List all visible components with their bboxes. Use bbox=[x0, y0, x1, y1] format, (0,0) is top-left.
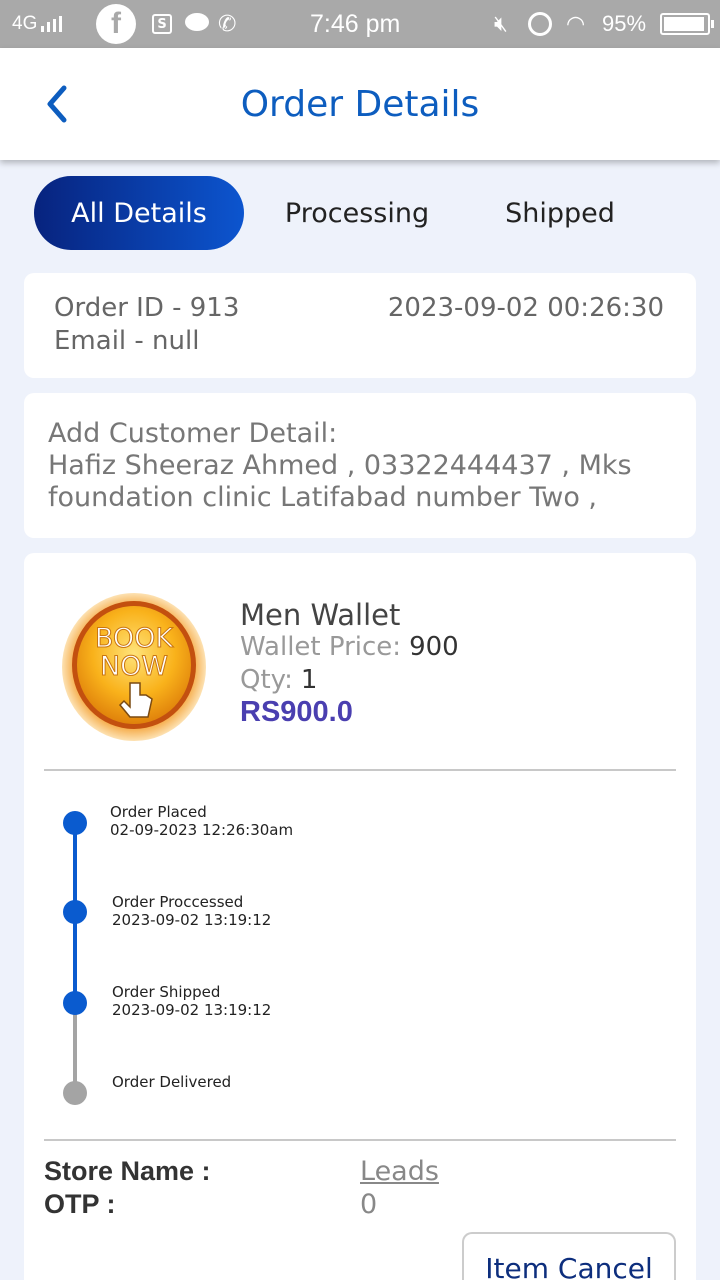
timeline-step-time: 2023-09-02 13:19:12 bbox=[112, 1001, 272, 1019]
badge-text: BOOK bbox=[95, 623, 175, 654]
battery-level bbox=[664, 17, 704, 31]
timeline-dot bbox=[63, 811, 87, 835]
battery-percent: 95% bbox=[602, 11, 647, 36]
customer-detail-label: Add Customer Detail: bbox=[48, 418, 338, 449]
app-bar: Order Details bbox=[0, 48, 720, 160]
mute-icon: 🔇︎ bbox=[494, 11, 508, 37]
book-now-badge-image: BOOK NOW bbox=[62, 593, 206, 741]
tab-shipped[interactable]: Shipped bbox=[490, 176, 630, 250]
order-id: Order ID - 913 bbox=[54, 293, 240, 323]
divider bbox=[44, 1139, 676, 1141]
timeline-step-title: Order Shipped bbox=[112, 983, 221, 1001]
item-price-row: Wallet Price: 900 bbox=[240, 632, 459, 662]
alarm-icon bbox=[528, 12, 552, 36]
chat-icon bbox=[185, 13, 209, 31]
item-total-price: RS900.0 bbox=[240, 696, 353, 728]
timeline-step: Order Shipped 2023-09-02 13:19:12 bbox=[112, 983, 271, 1019]
customer-detail-line: foundation clinic Latifabad number Two , bbox=[48, 482, 598, 513]
order-email: Email - null bbox=[54, 326, 200, 356]
status-time: 7:46 pm bbox=[310, 9, 401, 38]
phone-icon: ✆ bbox=[218, 11, 237, 37]
timeline-step: Order Delivered bbox=[112, 1073, 231, 1091]
otp-value: 0 bbox=[360, 1189, 378, 1220]
signal-icon: 4G bbox=[12, 0, 63, 48]
page-title: Order Details bbox=[240, 83, 480, 125]
order-info-card: Order ID - 913 Email - null 2023-09-02 0… bbox=[24, 273, 696, 378]
timeline-step-time: 02-09-2023 12:26:30am bbox=[110, 821, 294, 839]
back-button[interactable] bbox=[38, 80, 78, 128]
timeline-step-time: 2023-09-02 13:19:12 bbox=[112, 911, 272, 929]
item-qty-label: Qty: bbox=[240, 665, 293, 695]
timeline-connector bbox=[73, 913, 77, 1003]
store-name-link[interactable]: Leads bbox=[360, 1156, 439, 1187]
timeline-step-title: Order Placed bbox=[110, 803, 207, 821]
status-bar: 4G f S ✆ 7:46 pm 🔇︎ ◠ 95% bbox=[0, 0, 720, 48]
facebook-icon: f bbox=[96, 4, 136, 44]
tab-processing[interactable]: Processing bbox=[272, 176, 442, 250]
item-price-value: 900 bbox=[409, 632, 459, 662]
customer-detail-card[interactable]: Add Customer Detail: Hafiz Sheeraz Ahmed… bbox=[24, 393, 696, 538]
timeline-step: Order Placed 02-09-2023 12:26:30am bbox=[110, 803, 293, 839]
badge-text: NOW bbox=[100, 651, 168, 682]
order-item-card: BOOK NOW Men Wallet Wallet Price: 900 Qty… bbox=[24, 553, 696, 1280]
timeline-dot bbox=[63, 1081, 87, 1105]
timeline-step-title: Order Proccessed bbox=[112, 893, 244, 911]
timeline-step-title: Order Delivered bbox=[112, 1073, 232, 1091]
otp-label: OTP : bbox=[44, 1189, 116, 1219]
divider bbox=[44, 769, 676, 771]
s-app-icon: S bbox=[152, 14, 172, 34]
battery-icon bbox=[660, 13, 714, 35]
tab-all-details[interactable]: All Details bbox=[34, 176, 244, 250]
timeline-connector bbox=[73, 1003, 77, 1093]
item-name: Men Wallet bbox=[240, 598, 401, 632]
item-cancel-button[interactable]: Item Cancel bbox=[462, 1232, 676, 1280]
item-price-label: Wallet Price: bbox=[240, 632, 402, 662]
wifi-icon: ◠ bbox=[566, 11, 586, 37]
order-date: 2023-09-02 00:26:30 bbox=[387, 293, 664, 323]
item-qty-value: 1 bbox=[300, 665, 318, 695]
network-type: 4G bbox=[12, 13, 38, 34]
store-name-label: Store Name : bbox=[44, 1156, 211, 1186]
tab-bar: All Details Processing Shipped bbox=[0, 176, 720, 250]
chevron-left-icon bbox=[47, 85, 67, 123]
item-qty-row: Qty: 1 bbox=[240, 665, 317, 695]
timeline-dot bbox=[63, 900, 87, 924]
timeline-dot bbox=[63, 991, 87, 1015]
timeline-step: Order Proccessed 2023-09-02 13:19:12 bbox=[112, 893, 271, 929]
customer-detail-line: Hafiz Sheeraz Ahmed , 03322444437 , Mks bbox=[48, 450, 632, 481]
